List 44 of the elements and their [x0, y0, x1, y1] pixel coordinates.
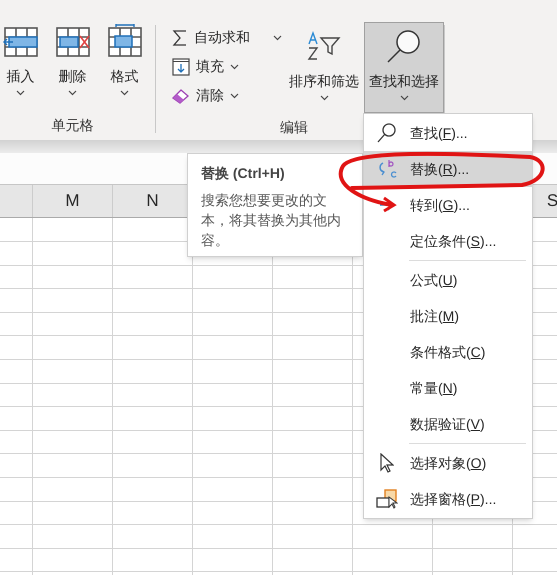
tooltip-title: 替换 (Ctrl+H)	[201, 164, 286, 183]
column-header: N	[146, 190, 159, 212]
chevron-icon	[230, 64, 239, 70]
tooltip-description: 搜索您想要更改的文本，将其替换为其他内容。	[201, 191, 342, 250]
menu-item[interactable]: 转到(G)...	[364, 187, 532, 223]
search-icon	[377, 123, 397, 143]
selection-pane-icon	[376, 489, 398, 509]
menu-item[interactable]: 批注(M)	[364, 298, 532, 334]
menu-item[interactable]: 选择窗格(P)...	[364, 481, 532, 517]
menu-item[interactable]: 选择对象(O)	[364, 445, 532, 481]
column-header: S	[546, 190, 557, 212]
menu-item[interactable]: 条件格式(C)	[364, 334, 532, 370]
ribbon-button[interactable]: 自动求和	[172, 26, 282, 49]
ribbon-button[interactable]: 查找和选择	[364, 22, 444, 113]
chevron-icon	[273, 34, 282, 40]
chevron-icon	[230, 92, 239, 98]
chevron-icon	[120, 90, 129, 96]
group-label: 编辑	[280, 118, 308, 137]
ribbon-button[interactable]: 格式	[98, 24, 150, 112]
insert-cells-icon	[2, 24, 38, 60]
menu-item[interactable]: 数据验证(V)	[364, 406, 532, 442]
eraser-icon	[172, 88, 190, 104]
chevron-icon	[16, 90, 25, 96]
menu-item[interactable]: 常量(N)	[364, 370, 532, 406]
delete-cells-icon	[54, 24, 90, 60]
search-icon	[386, 29, 422, 65]
group-label: 单元格	[52, 116, 94, 135]
ribbon-button[interactable]: 填充	[172, 55, 284, 78]
ribbon-button[interactable]: 插入	[0, 24, 46, 112]
sigma-icon	[172, 28, 188, 46]
menu-item[interactable]: 定位条件(S)...	[364, 223, 532, 259]
menu-item[interactable]: 查找(F)...	[364, 115, 532, 151]
ribbon-button[interactable]: 清除	[172, 84, 284, 107]
format-cells-icon	[106, 24, 142, 60]
ribbon-button[interactable]: 删除	[46, 24, 98, 112]
column-header: M	[65, 190, 80, 212]
chevron-icon	[400, 95, 408, 101]
sort-filter-icon	[306, 31, 342, 61]
chevron-icon	[68, 90, 77, 96]
fill-down-icon	[172, 58, 190, 76]
ribbon-button[interactable]: 排序和筛选	[284, 22, 364, 113]
cursor-icon	[380, 453, 394, 473]
menu-item[interactable]: 公式(U)	[364, 262, 532, 298]
chevron-icon	[320, 95, 328, 101]
